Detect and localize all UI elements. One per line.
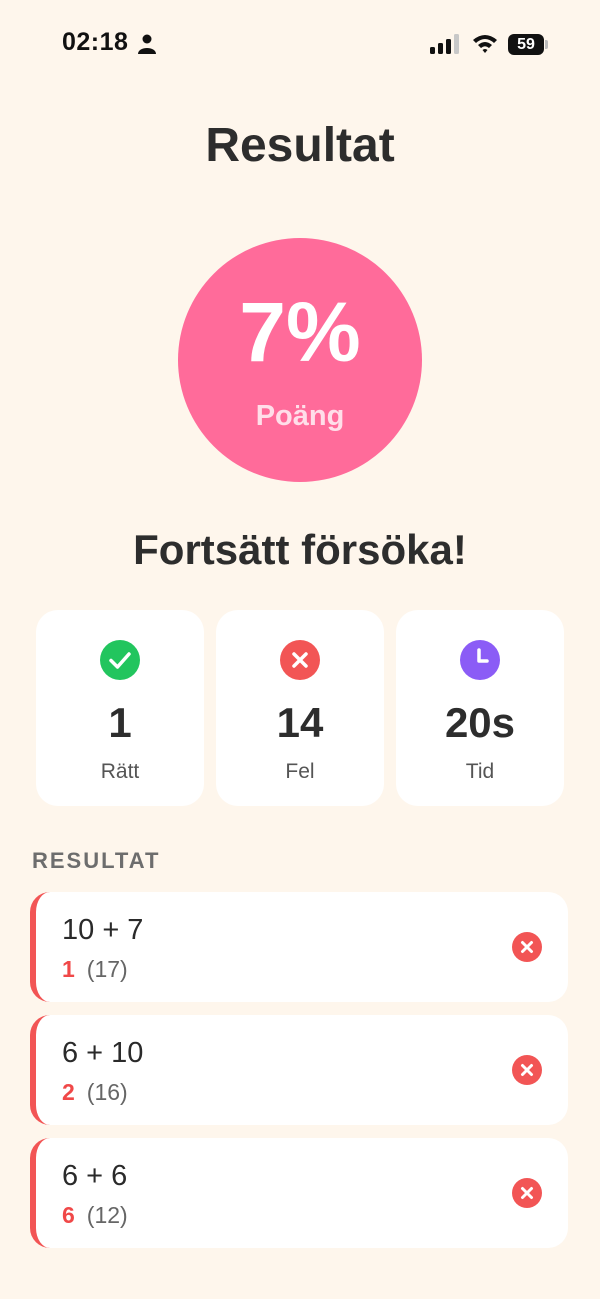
- results-section-label: RESULTAT: [32, 848, 161, 873]
- wrong-answer-icon: [512, 932, 542, 962]
- answer-line: 6 (12): [62, 1202, 128, 1229]
- encouragement-message: Fortsätt försöka!: [133, 526, 467, 573]
- question-text: 6 + 10: [62, 1037, 144, 1069]
- answer-line: 2 (16): [62, 1079, 128, 1106]
- stats-row: 1 Rätt 14 Fel 20s Tid: [36, 610, 564, 806]
- status-time: 02:18: [62, 28, 129, 56]
- person-icon: [138, 34, 156, 54]
- score-circle: 7% Poäng: [178, 238, 422, 482]
- battery-level: 59: [508, 34, 544, 55]
- correct-answer: (12): [86, 1202, 128, 1228]
- wifi-icon: [473, 35, 497, 53]
- correct-label: Rätt: [100, 760, 140, 783]
- correct-answer: (17): [86, 956, 128, 982]
- score-value: 7%: [239, 285, 361, 379]
- given-answer: 6: [62, 1202, 75, 1228]
- battery-cap: [545, 40, 548, 49]
- wrong-label: Fel: [285, 760, 315, 783]
- x-circle-icon: [280, 640, 320, 680]
- clock-icon: [460, 640, 500, 680]
- time-label: Tid: [465, 760, 495, 783]
- answer-line: 1 (17): [62, 956, 128, 983]
- score-label: Poäng: [255, 400, 345, 432]
- correct-answer: (16): [86, 1079, 128, 1105]
- check-circle-icon: [100, 640, 140, 680]
- result-row: 6 + 6 6 (12): [30, 1138, 568, 1248]
- wrong-answer-icon: [512, 1055, 542, 1085]
- page-title: Resultat: [205, 119, 395, 172]
- wrong-answer-icon: [512, 1178, 542, 1208]
- question-text: 6 + 6: [62, 1160, 128, 1192]
- given-answer: 1: [62, 956, 75, 982]
- question-text: 10 + 7: [62, 914, 144, 946]
- given-answer: 2: [62, 1079, 75, 1105]
- result-row: 10 + 7 1 (17): [30, 892, 568, 1002]
- cellular-signal-icon: [430, 34, 459, 54]
- battery-icon: 59: [508, 34, 548, 55]
- wrong-count: 14: [276, 699, 324, 746]
- stat-card-wrong: 14 Fel: [216, 610, 384, 806]
- result-row: 6 + 10 2 (16): [30, 1015, 568, 1125]
- status-bar: 02:18 59: [0, 0, 600, 90]
- time-value: 20s: [444, 699, 516, 746]
- stat-card-time: 20s Tid: [396, 610, 564, 806]
- stat-card-correct: 1 Rätt: [36, 610, 204, 806]
- correct-count: 1: [108, 699, 132, 746]
